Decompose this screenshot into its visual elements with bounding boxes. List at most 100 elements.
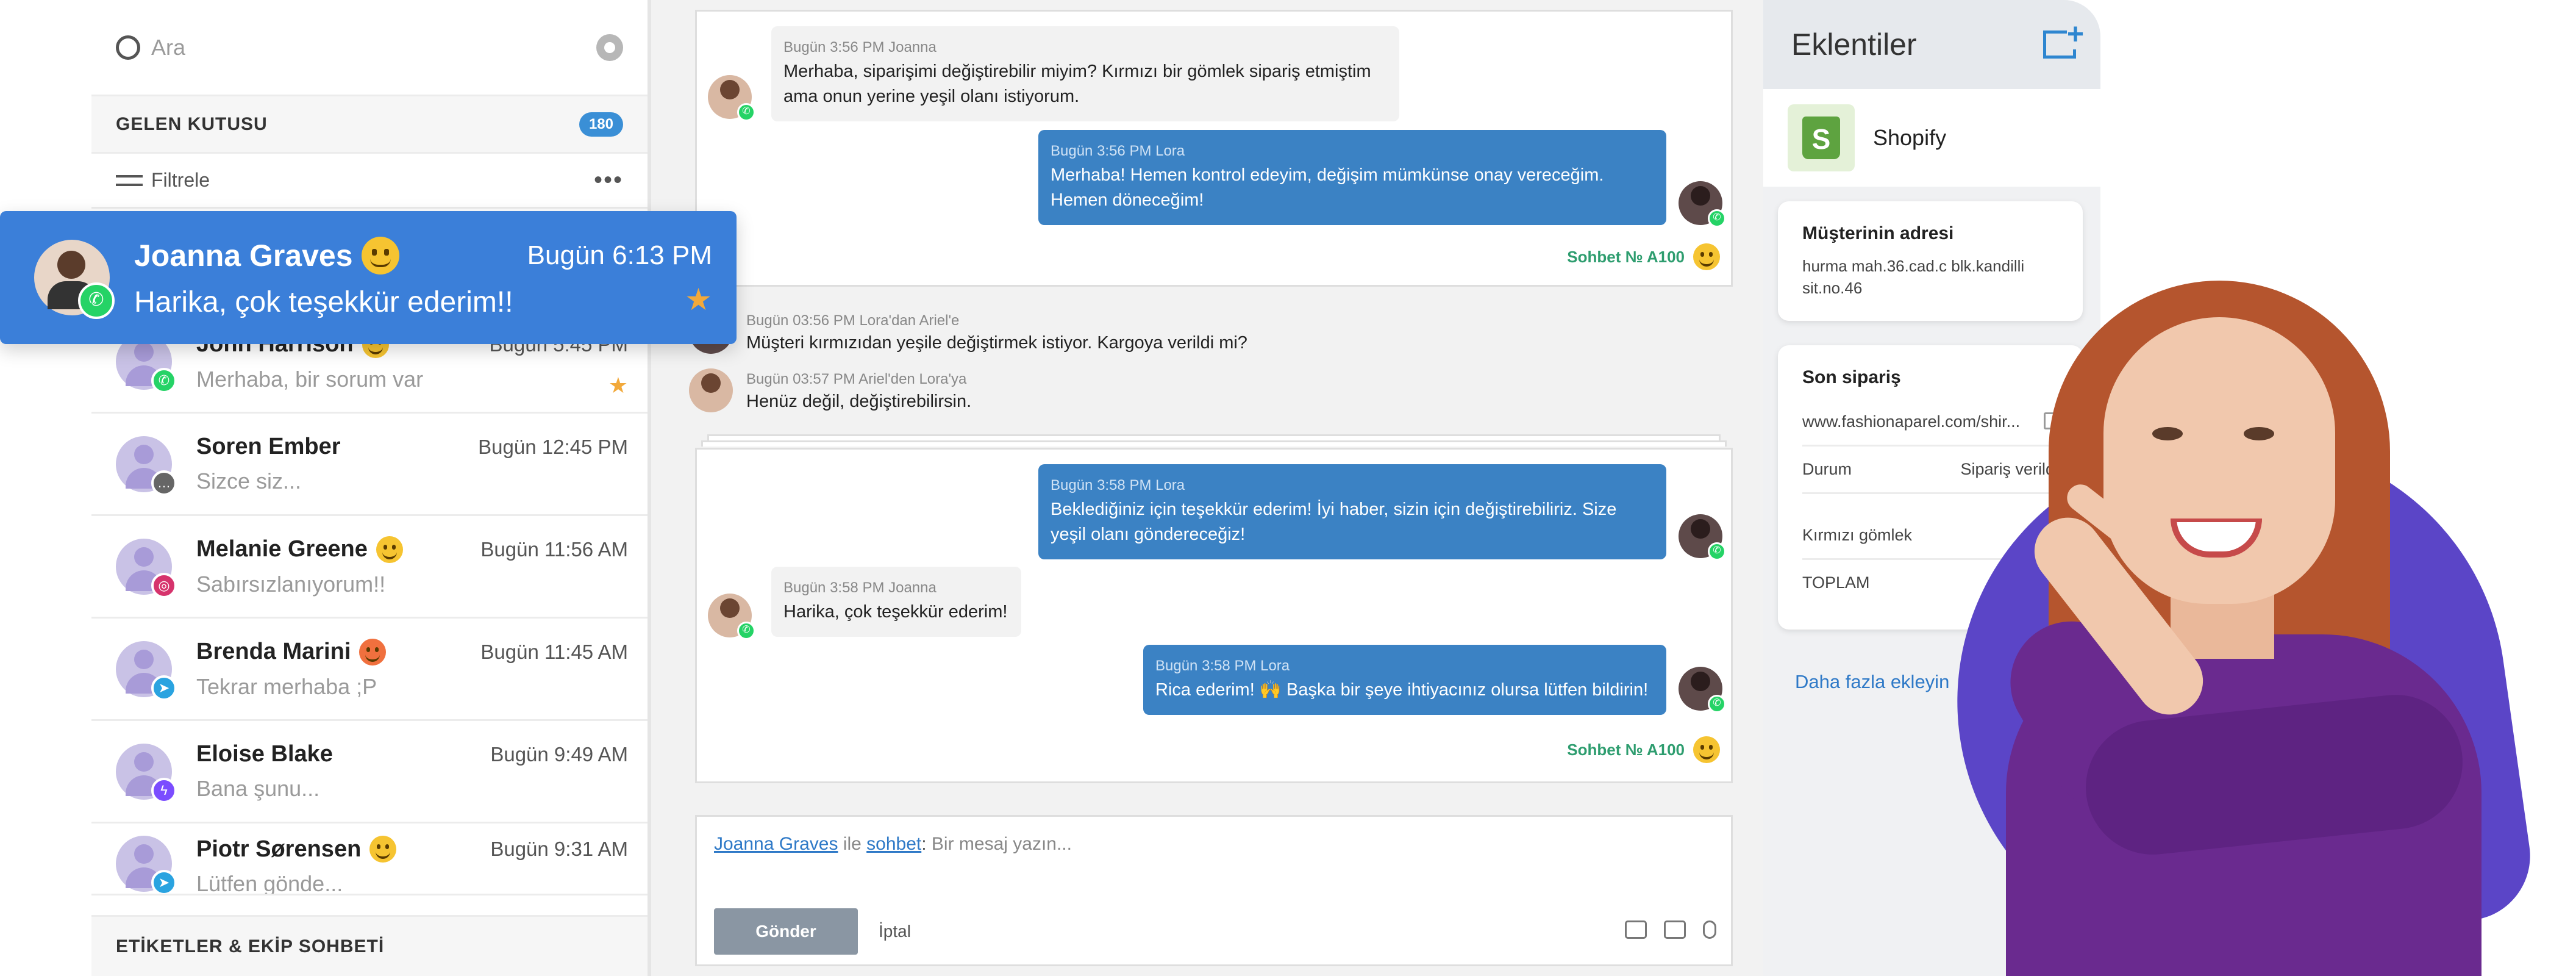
star-icon[interactable]: ★ — [685, 282, 712, 317]
avatar: ✆ — [34, 240, 115, 319]
message-preview: Lütfen gönde... — [196, 871, 343, 895]
contact-name: Melanie Greene — [196, 536, 368, 562]
filter-icon — [116, 171, 143, 190]
more-options-icon[interactable]: ••• — [594, 167, 623, 194]
order-item: Kırmızı gömlek — [1802, 526, 1913, 544]
internal-note: Bugün 03:56 PM Lora'dan Ariel'e Müşteri … — [746, 312, 1247, 353]
composer-placeholder: Bir mesaj yazın... — [926, 834, 1072, 854]
message-meta: Bugün 3:56 PM Lora — [1051, 143, 1185, 159]
message-text: Merhaba, siparişimi değiştirebilir miyim… — [783, 62, 1371, 106]
shopify-plugin[interactable]: S Shopify — [1763, 89, 2100, 187]
tags-team-chat-header[interactable]: ETİKETLER & EKİP SOHBETİ — [91, 915, 648, 976]
session-label[interactable]: Sohbet № A100 — [1567, 736, 1720, 763]
contact-name: Brenda Marini — [196, 639, 351, 664]
filter-label: Filtrele — [151, 169, 210, 191]
session-number: Sohbet № A100 — [1567, 247, 1685, 266]
avatar: ✆ — [708, 75, 755, 121]
message-text: Beklediğiniz için teşekkür ederim! İyi h… — [1051, 500, 1617, 544]
order-title: Son sipariş — [1802, 367, 1901, 387]
contact-link[interactable]: Joanna Graves — [714, 834, 838, 854]
note-meta: Bugün 03:57 PM Ariel'den Lora'ya — [746, 371, 967, 387]
message-composer[interactable]: Joanna Graves ile sohbet: Bir mesaj yazı… — [695, 815, 1733, 966]
attachment-icon[interactable] — [1703, 920, 1716, 939]
search-icon — [116, 35, 140, 60]
filter-button[interactable]: Filtrele — [116, 169, 210, 192]
inbox-panel: Ara GELEN KUTUSU 180 Filtrele ••• ✆ John… — [91, 0, 648, 976]
sticker-icon[interactable] — [1664, 920, 1686, 939]
whatsapp-icon: ✆ — [1708, 695, 1726, 713]
avatar: ϟ — [116, 743, 177, 803]
chat-icon: … — [151, 470, 177, 496]
add-plugin-icon[interactable] — [2043, 20, 2084, 59]
stacked-session-edge — [707, 434, 1721, 440]
avatar: ➤ — [116, 640, 177, 701]
order-status-row: Durum Sipariş verildi — [1802, 447, 2058, 494]
highlighted-conversation[interactable]: ✆ Joanna Graves Bugün 6:13 PM Harika, çok… — [0, 211, 737, 344]
chat-link[interactable]: sohbet — [866, 834, 921, 854]
smile-emoji-icon — [376, 536, 403, 563]
message-text: Rica ederim! 🙌 Başka bir şeye ihtiyacını… — [1155, 680, 1649, 700]
inbox-header[interactable]: GELEN KUTUSU 180 — [91, 96, 648, 154]
message-preview: Sizce siz... — [196, 468, 302, 493]
session-label[interactable]: Sohbet № A100 — [1567, 243, 1720, 270]
search-bar[interactable]: Ara — [91, 0, 648, 96]
order-url[interactable]: www.fashionaparel.com/shir... — [1802, 412, 2020, 431]
message-text: Harika, çok teşekkür ederim! — [783, 602, 1008, 622]
person-eye — [2152, 427, 2183, 440]
whatsapp-icon: ✆ — [737, 622, 755, 640]
telegram-icon: ➤ — [151, 675, 177, 701]
avatar: ✆ — [708, 594, 755, 640]
note-text: Müşteri kırmızıdan yeşile değiştirmek is… — [746, 333, 1247, 353]
message-meta: Bugün 3:58 PM Lora — [1155, 658, 1290, 674]
message-meta: Bugün 3:56 PM Joanna — [783, 39, 937, 56]
order-url-row[interactable]: www.fashionaparel.com/shir... — [1802, 399, 2058, 447]
cancel-button[interactable]: İptal — [879, 922, 911, 941]
message-preview: Bana şunu... — [196, 776, 320, 801]
angry-emoji-icon — [359, 638, 387, 666]
address-title: Müşterinin adresi — [1802, 223, 1954, 243]
gear-icon[interactable] — [596, 34, 623, 61]
message-time: Bugün 11:56 AM — [480, 537, 628, 561]
plugins-title: Eklentiler — [1791, 27, 1917, 62]
conversation-item[interactable]: ➤ Piotr Sørensen Bugün 9:31 AM Lütfen gön… — [91, 824, 648, 895]
conversation-item[interactable]: ➤ Brenda Marini Bugün 11:45 AM Tekrar mer… — [91, 619, 648, 721]
inbox-count-badge: 180 — [579, 112, 623, 137]
whatsapp-icon: ✆ — [78, 282, 115, 319]
avatar: ➤ — [116, 836, 177, 894]
add-more-link[interactable]: Daha fazla ekleyin — [1795, 671, 1949, 693]
smile-emoji-icon — [1693, 736, 1720, 763]
shopify-icon: S — [1788, 104, 1855, 171]
incoming-message: Bugün 3:56 PM Joanna Merhaba, siparişimi… — [771, 26, 1399, 121]
filter-bar[interactable]: Filtrele ••• — [91, 154, 648, 209]
contact-name: Soren Ember — [196, 434, 341, 459]
search-input[interactable]: Ara — [151, 35, 596, 60]
chat-panel: ✆ Bugün 3:56 PM Joanna Merhaba, siparişi… — [648, 0, 1763, 976]
person-eye — [2244, 427, 2274, 440]
telegram-icon: ➤ — [151, 870, 177, 894]
smile-emoji-icon — [1693, 243, 1720, 270]
outgoing-message: Bugün 3:58 PM Lora Rica ederim! 🙌 Başka … — [1143, 645, 1666, 715]
message-time: Bugün 9:49 AM — [490, 742, 628, 766]
avatar: ✆ — [1679, 667, 1726, 713]
note-meta: Bugün 03:56 PM Lora'dan Ariel'e — [746, 312, 960, 329]
order-total-label: TOPLAM — [1802, 573, 1870, 592]
message-meta: Bugün 3:58 PM Joanna — [783, 580, 937, 596]
shopify-label: Shopify — [1873, 125, 1947, 150]
message-time: Bugün 6:13 PM — [527, 240, 712, 270]
message-time: Bugün 12:45 PM — [478, 435, 628, 458]
keyboard-icon[interactable] — [1625, 920, 1647, 939]
instagram-icon: ◎ — [151, 572, 177, 598]
send-button[interactable]: Gönder — [714, 908, 858, 955]
conversation-item[interactable]: ϟ Eloise Blake Bugün 9:49 AM Bana şunu... — [91, 721, 648, 824]
star-icon[interactable]: ★ — [608, 373, 628, 398]
smile-emoji-icon — [361, 236, 399, 274]
outgoing-message: Bugün 3:58 PM Lora Beklediğiniz için teş… — [1038, 464, 1666, 559]
conversation-item[interactable]: ◎ Melanie Greene Bugün 11:56 AM Sabırsızl… — [91, 516, 648, 619]
conversation-item[interactable]: … Soren Ember Bugün 12:45 PM Sizce siz... — [91, 414, 648, 516]
shopify-bag-logo: S — [1802, 117, 1840, 159]
message-preview: Harika, çok teşekkür ederim!! — [134, 285, 513, 318]
messenger-icon: ϟ — [151, 777, 177, 803]
composer-input[interactable]: Joanna Graves ile sohbet: Bir mesaj yazı… — [714, 834, 1072, 855]
whatsapp-icon: ✆ — [1708, 209, 1726, 228]
message-time: Bugün 9:31 AM — [490, 838, 628, 860]
